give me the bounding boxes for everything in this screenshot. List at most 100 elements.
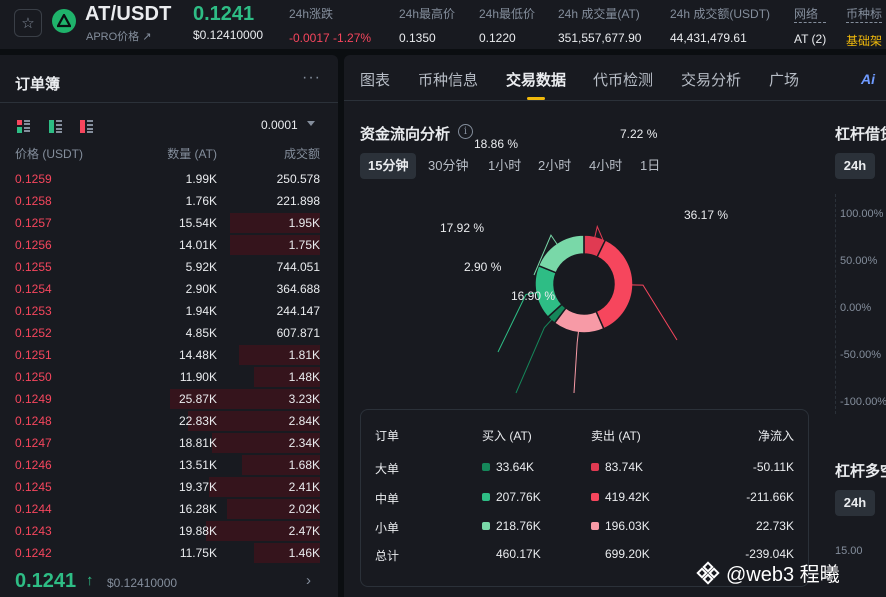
long-short-period-button[interactable]: 24h xyxy=(835,490,875,516)
ask-row[interactable]: 0.1257 15.54K 1.95K xyxy=(0,212,338,234)
ask-qty: 2.90K xyxy=(185,282,217,296)
ask-qty: 16.28K xyxy=(178,502,217,516)
divider xyxy=(0,102,338,103)
range-button-2[interactable]: 1小时 xyxy=(480,153,529,179)
ask-price: 0.1255 xyxy=(15,260,52,274)
favorite-star-icon[interactable]: ☆ xyxy=(14,9,42,37)
sell-value: 419.42K xyxy=(605,490,650,504)
ask-row[interactable]: 0.1244 16.28K 2.02K xyxy=(0,498,338,520)
table-header: 卖出 (AT) xyxy=(591,429,641,443)
stat-label: 24h 成交额(USDT) xyxy=(670,7,771,21)
ask-qty: 5.92K xyxy=(185,260,217,274)
ask-row[interactable]: 0.1253 1.94K 244.147 xyxy=(0,300,338,322)
leader-line xyxy=(515,316,555,394)
ask-total: 1.95K xyxy=(288,216,320,230)
ask-qty: 1.76K xyxy=(185,194,217,208)
ask-price: 0.1244 xyxy=(15,502,52,516)
sell-swatch-icon xyxy=(591,493,599,501)
chevron-right-icon[interactable]: › xyxy=(306,572,311,589)
tab-4[interactable]: 交易分析 xyxy=(681,69,741,90)
row-net: -50.11K xyxy=(752,460,794,474)
info-icon[interactable]: i xyxy=(458,124,473,139)
ask-price: 0.1256 xyxy=(15,238,52,252)
book-mode-bids-icon[interactable] xyxy=(49,120,62,133)
tick-size-select[interactable]: 0.0001 xyxy=(261,118,298,132)
stat-label: 24h最低价 xyxy=(479,7,536,21)
ask-qty: 15.54K xyxy=(178,216,217,230)
row-buy: 33.64K xyxy=(482,460,534,474)
stat-value[interactable]: 基础架 xyxy=(846,32,882,49)
range-button-0[interactable]: 15分钟 xyxy=(360,153,417,179)
ask-row[interactable]: 0.1251 14.48K 1.81K xyxy=(0,344,338,366)
ask-row[interactable]: 0.1242 11.75K 1.46K xyxy=(0,542,338,564)
stat-4: 24h 成交额(USDT) 44,431,479.61 xyxy=(670,5,770,45)
sell-swatch-icon xyxy=(591,463,599,471)
book-mode-asks-icon[interactable] xyxy=(80,120,93,133)
ask-qty: 1.94K xyxy=(185,304,217,318)
ask-row[interactable]: 0.1247 18.81K 2.34K xyxy=(0,432,338,454)
ask-total: 250.578 xyxy=(276,172,320,186)
stat-6: 币种标 基础架 xyxy=(846,5,883,49)
coin-price-link[interactable]: APRO价格 ↗ xyxy=(86,28,151,44)
ask-row[interactable]: 0.1258 1.76K 221.898 xyxy=(0,190,338,212)
donut-slice-buy_small[interactable] xyxy=(537,234,585,274)
range-button-5[interactable]: 1日 xyxy=(632,153,668,179)
caret-down-icon[interactable] xyxy=(307,121,315,126)
tab-3[interactable]: 代币检测 xyxy=(593,69,653,90)
row-name: 总计 xyxy=(375,549,400,563)
ask-total: 2.02K xyxy=(288,502,320,516)
slice-label: 17.92 % xyxy=(440,221,485,235)
tab-1[interactable]: 币种信息 xyxy=(418,69,478,90)
ask-total: 1.81K xyxy=(288,348,320,362)
slice-label: 2.90 % xyxy=(464,260,502,274)
slice-label: 18.86 % xyxy=(474,137,519,151)
ask-row[interactable]: 0.1246 13.51K 1.68K xyxy=(0,454,338,476)
ask-qty: 13.51K xyxy=(178,458,217,472)
book-mode-both-icon[interactable] xyxy=(17,120,30,133)
ask-price: 0.1258 xyxy=(15,194,52,208)
ask-row[interactable]: 0.1249 25.87K 3.23K xyxy=(0,388,338,410)
binance-logo-icon xyxy=(696,560,720,585)
ask-row[interactable]: 0.1248 22.83K 2.84K xyxy=(0,410,338,432)
row-sell: 699.20K xyxy=(605,547,650,561)
range-button-3[interactable]: 2小时 xyxy=(530,153,579,179)
pair-title[interactable]: AT/USDT xyxy=(85,3,172,26)
watermark-text: @web3 程曦 xyxy=(726,564,840,586)
donut-slice-sell_mid[interactable] xyxy=(595,238,634,330)
watermark: @web3 程曦 xyxy=(696,558,840,587)
ask-price: 0.1253 xyxy=(15,304,52,318)
ask-row[interactable]: 0.1245 19.37K 2.41K xyxy=(0,476,338,498)
ask-row[interactable]: 0.1259 1.99K 250.578 xyxy=(0,168,338,190)
ask-row[interactable]: 0.1250 11.90K 1.48K xyxy=(0,366,338,388)
tab-2[interactable]: 交易数据 xyxy=(506,69,566,90)
ask-row[interactable]: 0.1252 4.85K 607.871 xyxy=(0,322,338,344)
tab-5[interactable]: 广场 xyxy=(769,69,799,90)
ask-row[interactable]: 0.1256 14.01K 1.75K xyxy=(0,234,338,256)
more-options-icon[interactable]: ··· xyxy=(302,69,321,87)
table-header: 订单 xyxy=(375,429,400,443)
range-button-4[interactable]: 4小时 xyxy=(581,153,630,179)
buy-swatch-icon xyxy=(482,463,490,471)
ask-qty: 18.81K xyxy=(178,436,217,450)
margin-period-button[interactable]: 24h xyxy=(835,153,875,179)
stat-3: 24h 成交量(AT) 351,557,677.90 xyxy=(558,5,641,45)
ai-icon[interactable]: Ai xyxy=(861,71,875,87)
row-buy: 207.76K xyxy=(482,490,541,504)
ask-row[interactable]: 0.1243 19.88K 2.47K xyxy=(0,520,338,542)
tab-0[interactable]: 图表 xyxy=(360,69,390,90)
ask-qty: 14.01K xyxy=(178,238,217,252)
row-net: 22.73K xyxy=(755,519,794,533)
ask-qty: 11.90K xyxy=(179,370,217,384)
stat-value[interactable]: AT (2) xyxy=(794,32,826,46)
ask-total: 221.898 xyxy=(276,194,320,208)
buy-value: 207.76K xyxy=(496,490,541,504)
sell-value: 83.74K xyxy=(605,460,644,474)
ask-total: 2.47K xyxy=(288,524,320,538)
ask-row[interactable]: 0.1255 5.92K 744.051 xyxy=(0,256,338,278)
header-last-price-usd: $0.12410000 xyxy=(193,28,264,42)
ask-row[interactable]: 0.1254 2.90K 364.688 xyxy=(0,278,338,300)
axis-tick: 100.00% xyxy=(840,208,884,220)
arrow-up-icon: ↑ xyxy=(86,572,94,589)
range-button-1[interactable]: 30分钟 xyxy=(420,153,476,179)
ask-total: 3.23K xyxy=(288,392,320,406)
